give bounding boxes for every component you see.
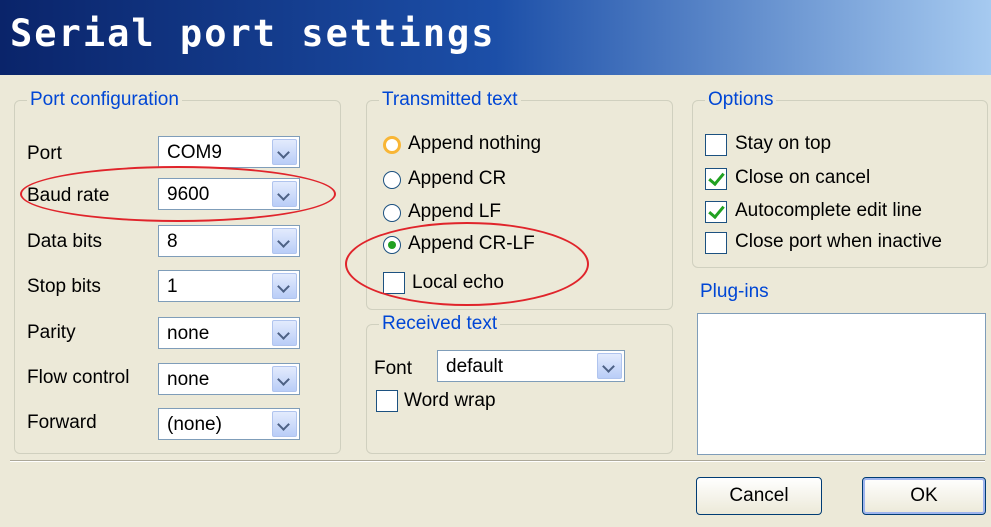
autocomplete-edit-line-label[interactable]: Autocomplete edit line [735,200,922,222]
chevron-down-icon[interactable] [272,273,297,299]
flow-control-select[interactable]: none [158,363,300,395]
stop-bits-value: 1 [167,276,178,297]
plugins-list[interactable] [697,313,986,455]
chevron-down-icon[interactable] [272,228,297,254]
font-label: Font [374,358,413,379]
stop-bits-select[interactable]: 1 [158,270,300,302]
window-title: Serial port settings [10,12,496,55]
close-on-cancel-label[interactable]: Close on cancel [735,167,870,189]
font-value: default [446,356,504,377]
chevron-down-icon[interactable] [272,366,297,392]
chevron-down-icon[interactable] [272,411,297,437]
stop-bits-label: Stop bits [27,276,101,297]
baud-rate-value: 9600 [167,184,210,205]
append-lf-radio[interactable] [383,204,401,222]
cancel-button[interactable]: Cancel [696,477,822,515]
close-port-when-inactive-label[interactable]: Close port when inactive [735,231,942,253]
local-echo-checkbox[interactable] [383,272,405,294]
append-cr-label[interactable]: Append CR [408,168,506,190]
autocomplete-edit-line-checkbox[interactable] [705,201,727,223]
baud-rate-label: Baud rate [27,185,110,206]
word-wrap-checkbox[interactable] [376,390,398,412]
options-legend: Options [705,89,777,111]
append-cr-lf-radio[interactable] [383,236,401,254]
word-wrap-label[interactable]: Word wrap [404,390,496,412]
local-echo-label[interactable]: Local echo [412,272,504,294]
ok-button[interactable]: OK [862,477,986,515]
chevron-down-icon[interactable] [272,320,297,346]
append-cr-lf-label[interactable]: Append CR-LF [408,233,535,255]
port-label: Port [27,143,62,164]
forward-value: (none) [167,414,222,435]
parity-select[interactable]: none [158,317,300,349]
parity-value: none [167,323,210,344]
close-on-cancel-checkbox[interactable] [705,168,727,190]
forward-label: Forward [27,412,97,433]
append-lf-label[interactable]: Append LF [408,201,501,223]
chevron-down-icon[interactable] [597,353,622,379]
chevron-down-icon[interactable] [272,139,297,165]
port-value: COM9 [167,142,222,163]
received-text-group: Received text [366,313,673,454]
data-bits-select[interactable]: 8 [158,225,300,257]
baud-rate-select[interactable]: 9600 [158,178,300,210]
stay-on-top-checkbox[interactable] [705,134,727,156]
forward-select[interactable]: (none) [158,408,300,440]
button-separator [10,460,985,462]
parity-label: Parity [27,322,76,343]
transmitted-text-legend: Transmitted text [379,89,521,111]
font-select[interactable]: default [437,350,625,382]
chevron-down-icon[interactable] [272,181,297,207]
plugins-legend: Plug-ins [697,281,772,303]
title-bar[interactable]: Serial port settings [0,0,991,75]
flow-control-value: none [167,369,210,390]
port-configuration-legend: Port configuration [27,89,182,111]
data-bits-label: Data bits [27,231,102,252]
append-nothing-label[interactable]: Append nothing [408,133,541,155]
append-cr-radio[interactable] [383,171,401,189]
flow-control-label: Flow control [27,367,130,388]
port-select[interactable]: COM9 [158,136,300,168]
append-nothing-radio[interactable] [383,136,401,154]
close-port-when-inactive-checkbox[interactable] [705,232,727,254]
stay-on-top-label[interactable]: Stay on top [735,133,831,155]
received-text-legend: Received text [379,313,501,335]
data-bits-value: 8 [167,231,178,252]
